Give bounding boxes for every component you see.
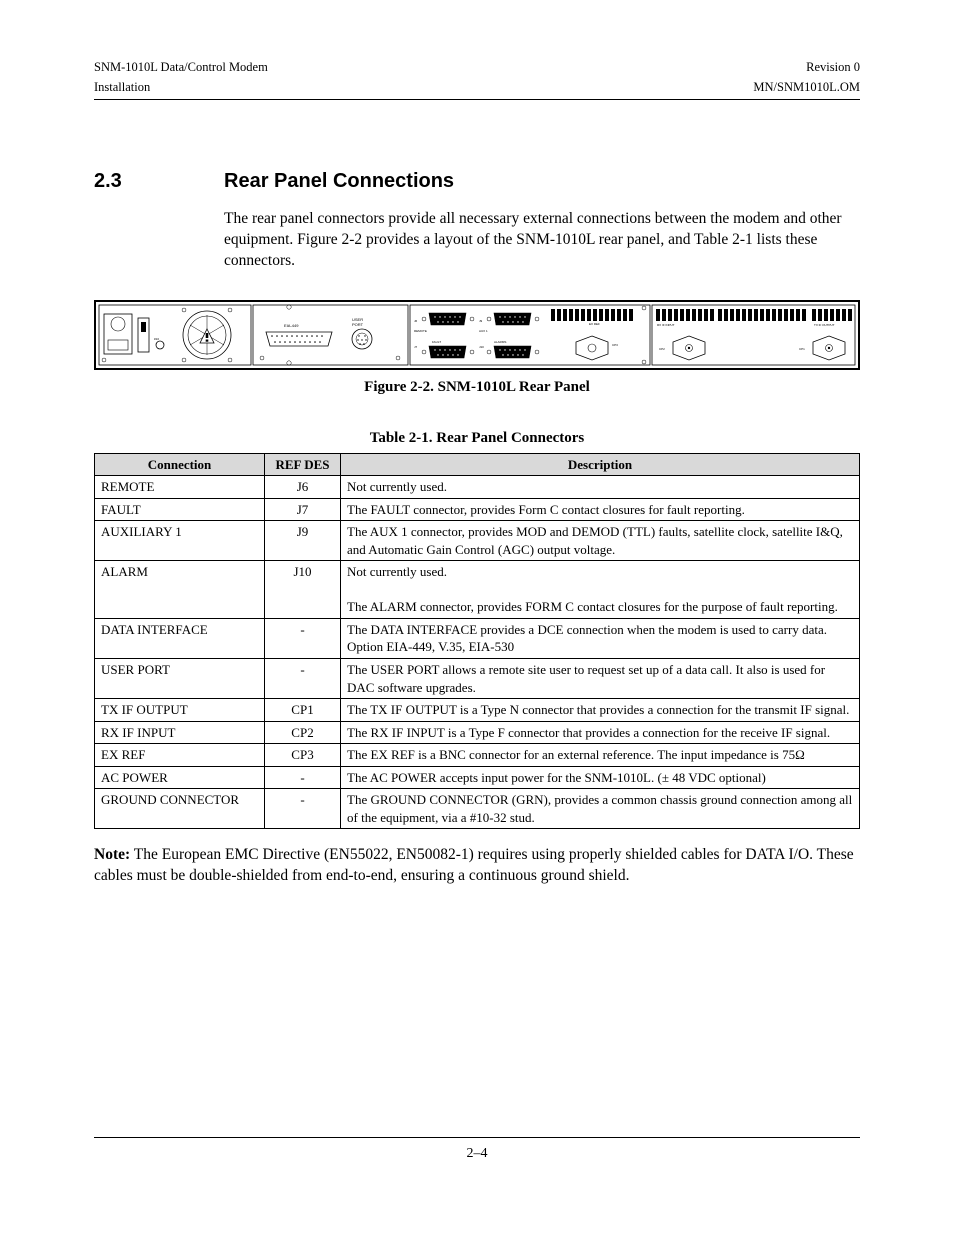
cell-connection: ALARM: [95, 561, 265, 619]
cell-refdes: CP3: [265, 744, 341, 767]
label-fault: FAULT: [432, 340, 441, 344]
connectors-table: Connection REF DES Description REMOTEJ6N…: [94, 453, 860, 830]
table-row: EX REFCP3The EX REF is a BNC connector f…: [95, 744, 860, 767]
table-row: AC POWER-The AC POWER accepts input powe…: [95, 766, 860, 789]
label-userport-2: PORT: [352, 322, 364, 327]
table-header-row: Connection REF DES Description: [95, 453, 860, 476]
label-j6: J6: [414, 319, 418, 323]
table-row: TX IF OUTPUTCP1The TX IF OUTPUT is a Typ…: [95, 699, 860, 722]
header-left-2: Installation: [94, 80, 150, 96]
section-paragraph: The rear panel connectors provide all ne…: [224, 209, 860, 272]
label-alarms: ALARMS: [494, 340, 506, 344]
table-row: REMOTEJ6Not currently used.: [95, 476, 860, 499]
header-rule: [94, 99, 860, 100]
cell-description: The EX REF is a BNC connector for an ext…: [341, 744, 860, 767]
label-aux1: AUX 1: [479, 329, 488, 333]
label-gnd: #10: [154, 337, 159, 341]
cell-connection: REMOTE: [95, 476, 265, 499]
page-number: 2–4: [94, 1146, 860, 1162]
cell-refdes: J10: [265, 561, 341, 619]
page-header: SNM-1010L Data/Control Modem Revision 0 …: [94, 60, 860, 100]
note-paragraph: Note: The European EMC Directive (EN5502…: [94, 845, 860, 887]
label-cp3: CP3: [612, 343, 618, 347]
table-row: FAULTJ7The FAULT connector, provides For…: [95, 498, 860, 521]
label-txif: TX IF OUTPUT: [814, 323, 835, 327]
th-refdes: REF DES: [265, 453, 341, 476]
cell-connection: USER PORT: [95, 658, 265, 698]
table-caption: Table 2-1. Rear Panel Connectors: [94, 430, 860, 447]
cell-description: Not currently used. The ALARM connector,…: [341, 561, 860, 619]
label-eia449: EIA-449: [284, 323, 299, 328]
label-j10: J10: [479, 345, 484, 349]
cell-connection: EX REF: [95, 744, 265, 767]
cell-description: The DATA INTERFACE provides a DCE connec…: [341, 618, 860, 658]
header-left-1: SNM-1010L Data/Control Modem: [94, 60, 268, 76]
section-number: 2.3: [94, 170, 224, 193]
footer-rule: [94, 1137, 860, 1138]
cell-description: The GROUND CONNECTOR (GRN), provides a c…: [341, 789, 860, 829]
rear-panel-diagram: #10 EIA-449 USER PORT: [94, 300, 860, 370]
cell-description: Not currently used.: [341, 476, 860, 499]
note-text: The European EMC Directive (EN55022, EN5…: [94, 846, 854, 884]
header-right-2: MN/SNM1010L.OM: [753, 80, 860, 96]
cell-description: The AUX 1 connector, provides MOD and DE…: [341, 521, 860, 561]
table-row: ALARMJ10Not currently used. The ALARM co…: [95, 561, 860, 619]
cell-refdes: -: [265, 766, 341, 789]
figure-rear-panel: #10 EIA-449 USER PORT: [94, 300, 860, 396]
label-rxif: RX IF INPUT: [657, 323, 675, 327]
cell-description: The FAULT connector, provides Form C con…: [341, 498, 860, 521]
note-label: Note:: [94, 846, 130, 863]
cell-refdes: J9: [265, 521, 341, 561]
cell-connection: GROUND CONNECTOR: [95, 789, 265, 829]
cell-refdes: J7: [265, 498, 341, 521]
th-description: Description: [341, 453, 860, 476]
cell-connection: RX IF INPUT: [95, 721, 265, 744]
cell-connection: DATA INTERFACE: [95, 618, 265, 658]
cell-refdes: J6: [265, 476, 341, 499]
label-cp1: CP1: [799, 347, 805, 351]
cell-description: The RX IF INPUT is a Type F connector th…: [341, 721, 860, 744]
cell-refdes: -: [265, 658, 341, 698]
cell-refdes: CP1: [265, 699, 341, 722]
cell-description: The AC POWER accepts input power for the…: [341, 766, 860, 789]
cell-connection: TX IF OUTPUT: [95, 699, 265, 722]
label-remote: REMOTE: [414, 329, 427, 333]
header-right-1: Revision 0: [806, 60, 860, 76]
label-j7: J7: [414, 345, 418, 349]
cell-connection: FAULT: [95, 498, 265, 521]
table-row: RX IF INPUTCP2The RX IF INPUT is a Type …: [95, 721, 860, 744]
table-row: GROUND CONNECTOR-The GROUND CONNECTOR (G…: [95, 789, 860, 829]
cell-description: The TX IF OUTPUT is a Type N connector t…: [341, 699, 860, 722]
table-row: AUXILIARY 1J9The AUX 1 connector, provid…: [95, 521, 860, 561]
cell-refdes: CP2: [265, 721, 341, 744]
cell-connection: AUXILIARY 1: [95, 521, 265, 561]
cell-connection: AC POWER: [95, 766, 265, 789]
label-cp2: CP2: [659, 347, 665, 351]
label-exref: EX REF: [589, 322, 600, 326]
cell-refdes: -: [265, 618, 341, 658]
table-row: DATA INTERFACE-The DATA INTERFACE provid…: [95, 618, 860, 658]
section-heading: 2.3 Rear Panel Connections: [94, 170, 860, 193]
cell-description: The USER PORT allows a remote site user …: [341, 658, 860, 698]
label-j9: J9: [479, 319, 483, 323]
figure-caption: Figure 2-2. SNM-1010L Rear Panel: [94, 379, 860, 396]
section-title: Rear Panel Connections: [224, 170, 454, 193]
th-connection: Connection: [95, 453, 265, 476]
table-row: USER PORT-The USER PORT allows a remote …: [95, 658, 860, 698]
cell-refdes: -: [265, 789, 341, 829]
